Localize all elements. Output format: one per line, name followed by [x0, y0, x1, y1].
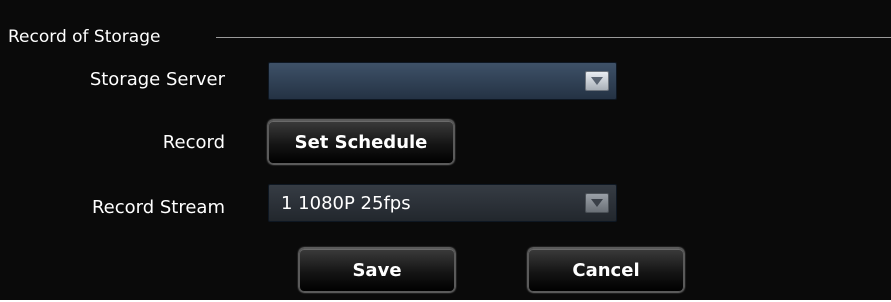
chevron-down-icon[interactable] — [585, 193, 609, 213]
save-button[interactable]: Save — [299, 248, 455, 292]
record-stream-value: 1 1080P 25fps — [281, 193, 411, 214]
chevron-down-icon[interactable] — [585, 71, 609, 91]
record-of-storage-panel: Record of Storage Storage Server Record … — [0, 0, 891, 300]
set-schedule-button[interactable]: Set Schedule — [268, 120, 454, 164]
record-stream-label: Record Stream — [91, 197, 225, 218]
record-label: Record — [162, 132, 225, 153]
storage-server-label: Storage Server — [89, 69, 225, 90]
group-divider — [216, 37, 891, 38]
cancel-button[interactable]: Cancel — [528, 248, 684, 292]
record-stream-dropdown[interactable]: 1 1080P 25fps — [268, 184, 617, 222]
group-title: Record of Storage — [8, 27, 161, 47]
storage-server-dropdown[interactable] — [268, 62, 617, 100]
